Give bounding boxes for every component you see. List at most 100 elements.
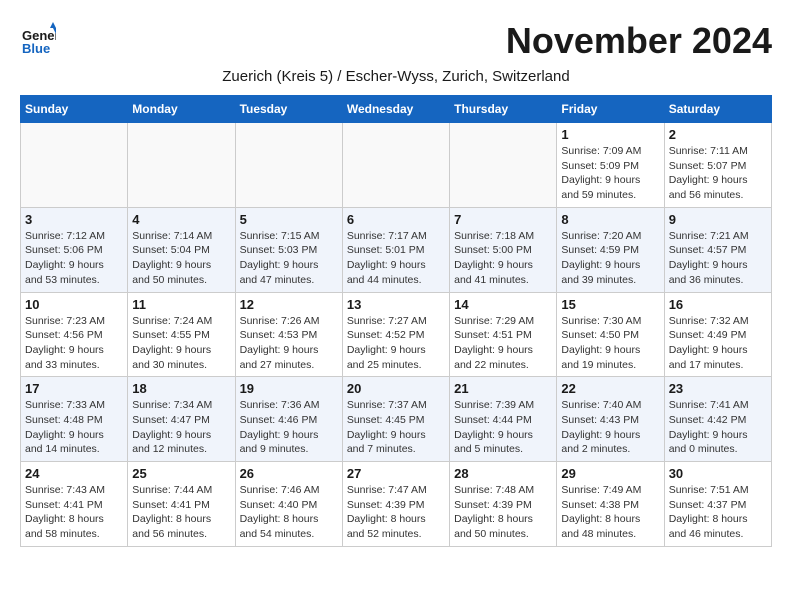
calendar-cell: 22 Sunrise: 7:40 AM Sunset: 4:43 PM Dayli… [557, 377, 664, 462]
calendar-cell: 15 Sunrise: 7:30 AM Sunset: 4:50 PM Dayli… [557, 292, 664, 377]
day-info: Sunrise: 7:30 AM Sunset: 4:50 PM Dayligh… [561, 314, 659, 373]
calendar-cell [235, 123, 342, 208]
calendar-week-row: 10 Sunrise: 7:23 AM Sunset: 4:56 PM Dayli… [21, 292, 772, 377]
day-info: Sunrise: 7:48 AM Sunset: 4:39 PM Dayligh… [454, 483, 552, 542]
calendar-cell: 11 Sunrise: 7:24 AM Sunset: 4:55 PM Dayli… [128, 292, 235, 377]
calendar-cell: 6Sunrise: 7:17 AM Sunset: 5:01 PM Daylig… [342, 207, 449, 292]
calendar-cell: 27 Sunrise: 7:47 AM Sunset: 4:39 PM Dayli… [342, 462, 449, 547]
weekday-header-monday: Monday [128, 96, 235, 123]
day-number: 5 [240, 212, 338, 227]
calendar-cell: 29 Sunrise: 7:49 AM Sunset: 4:38 PM Dayli… [557, 462, 664, 547]
day-number: 29 [561, 466, 659, 481]
day-info: Sunrise: 7:29 AM Sunset: 4:51 PM Dayligh… [454, 314, 552, 373]
subtitle: Zuerich (Kreis 5) / Escher-Wyss, Zurich,… [20, 68, 772, 85]
calendar-cell: 24Sunrise: 7:43 AM Sunset: 4:41 PM Dayli… [21, 462, 128, 547]
general-blue-icon: General Blue [20, 20, 56, 56]
calendar-cell: 4 Sunrise: 7:14 AM Sunset: 5:04 PM Daylig… [128, 207, 235, 292]
day-number: 3 [25, 212, 123, 227]
day-info: Sunrise: 7:27 AM Sunset: 4:52 PM Dayligh… [347, 314, 445, 373]
calendar-cell [342, 123, 449, 208]
calendar-cell: 23 Sunrise: 7:41 AM Sunset: 4:42 PM Dayli… [664, 377, 771, 462]
calendar-week-row: 3Sunrise: 7:12 AM Sunset: 5:06 PM Daylig… [21, 207, 772, 292]
calendar-cell: 3Sunrise: 7:12 AM Sunset: 5:06 PM Daylig… [21, 207, 128, 292]
day-info: Sunrise: 7:23 AM Sunset: 4:56 PM Dayligh… [25, 314, 123, 373]
day-info: Sunrise: 7:41 AM Sunset: 4:42 PM Dayligh… [669, 398, 767, 457]
day-number: 12 [240, 297, 338, 312]
calendar-cell: 14 Sunrise: 7:29 AM Sunset: 4:51 PM Dayli… [450, 292, 557, 377]
day-number: 8 [561, 212, 659, 227]
day-number: 18 [132, 381, 230, 396]
calendar-cell [21, 123, 128, 208]
calendar-cell: 30 Sunrise: 7:51 AM Sunset: 4:37 PM Dayli… [664, 462, 771, 547]
weekday-header-friday: Friday [557, 96, 664, 123]
day-number: 1 [561, 127, 659, 142]
day-number: 21 [454, 381, 552, 396]
day-info: Sunrise: 7:49 AM Sunset: 4:38 PM Dayligh… [561, 483, 659, 542]
calendar-cell: 25Sunrise: 7:44 AM Sunset: 4:41 PM Dayli… [128, 462, 235, 547]
day-number: 27 [347, 466, 445, 481]
calendar-cell: 28 Sunrise: 7:48 AM Sunset: 4:39 PM Dayli… [450, 462, 557, 547]
title-section: November 2024 [506, 20, 772, 62]
weekday-header-saturday: Saturday [664, 96, 771, 123]
day-info: Sunrise: 7:36 AM Sunset: 4:46 PM Dayligh… [240, 398, 338, 457]
weekday-header-sunday: Sunday [21, 96, 128, 123]
calendar-cell: 13 Sunrise: 7:27 AM Sunset: 4:52 PM Dayli… [342, 292, 449, 377]
day-number: 4 [132, 212, 230, 227]
calendar-cell: 18 Sunrise: 7:34 AM Sunset: 4:47 PM Dayli… [128, 377, 235, 462]
calendar-cell: 21Sunrise: 7:39 AM Sunset: 4:44 PM Dayli… [450, 377, 557, 462]
day-info: Sunrise: 7:40 AM Sunset: 4:43 PM Dayligh… [561, 398, 659, 457]
day-number: 11 [132, 297, 230, 312]
calendar-table: SundayMondayTuesdayWednesdayThursdayFrid… [20, 95, 772, 547]
day-info: Sunrise: 7:21 AM Sunset: 4:57 PM Dayligh… [669, 229, 767, 288]
calendar-cell [128, 123, 235, 208]
day-info: Sunrise: 7:09 AM Sunset: 5:09 PM Dayligh… [561, 144, 659, 203]
day-number: 9 [669, 212, 767, 227]
day-info: Sunrise: 7:34 AM Sunset: 4:47 PM Dayligh… [132, 398, 230, 457]
day-number: 14 [454, 297, 552, 312]
day-info: Sunrise: 7:14 AM Sunset: 5:04 PM Dayligh… [132, 229, 230, 288]
day-number: 20 [347, 381, 445, 396]
weekday-header-thursday: Thursday [450, 96, 557, 123]
day-number: 23 [669, 381, 767, 396]
calendar-cell: 12Sunrise: 7:26 AM Sunset: 4:53 PM Dayli… [235, 292, 342, 377]
day-info: Sunrise: 7:46 AM Sunset: 4:40 PM Dayligh… [240, 483, 338, 542]
day-info: Sunrise: 7:32 AM Sunset: 4:49 PM Dayligh… [669, 314, 767, 373]
logo: General Blue [20, 20, 60, 56]
day-number: 10 [25, 297, 123, 312]
day-info: Sunrise: 7:33 AM Sunset: 4:48 PM Dayligh… [25, 398, 123, 457]
calendar-week-row: 24Sunrise: 7:43 AM Sunset: 4:41 PM Dayli… [21, 462, 772, 547]
day-number: 13 [347, 297, 445, 312]
day-info: Sunrise: 7:15 AM Sunset: 5:03 PM Dayligh… [240, 229, 338, 288]
day-number: 22 [561, 381, 659, 396]
calendar-cell: 10 Sunrise: 7:23 AM Sunset: 4:56 PM Dayli… [21, 292, 128, 377]
calendar-cell: 7 Sunrise: 7:18 AM Sunset: 5:00 PM Daylig… [450, 207, 557, 292]
day-number: 7 [454, 212, 552, 227]
day-number: 30 [669, 466, 767, 481]
calendar-cell: 17 Sunrise: 7:33 AM Sunset: 4:48 PM Dayli… [21, 377, 128, 462]
day-number: 15 [561, 297, 659, 312]
day-info: Sunrise: 7:17 AM Sunset: 5:01 PM Dayligh… [347, 229, 445, 288]
calendar-week-row: 17 Sunrise: 7:33 AM Sunset: 4:48 PM Dayli… [21, 377, 772, 462]
day-info: Sunrise: 7:20 AM Sunset: 4:59 PM Dayligh… [561, 229, 659, 288]
calendar-week-row: 1 Sunrise: 7:09 AM Sunset: 5:09 PM Daylig… [21, 123, 772, 208]
calendar-cell: 16 Sunrise: 7:32 AM Sunset: 4:49 PM Dayli… [664, 292, 771, 377]
calendar-cell: 26Sunrise: 7:46 AM Sunset: 4:40 PM Dayli… [235, 462, 342, 547]
day-info: Sunrise: 7:11 AM Sunset: 5:07 PM Dayligh… [669, 144, 767, 203]
month-title: November 2024 [506, 20, 772, 62]
calendar-cell: 19Sunrise: 7:36 AM Sunset: 4:46 PM Dayli… [235, 377, 342, 462]
day-info: Sunrise: 7:18 AM Sunset: 5:00 PM Dayligh… [454, 229, 552, 288]
calendar-cell: 9 Sunrise: 7:21 AM Sunset: 4:57 PM Daylig… [664, 207, 771, 292]
calendar-cell: 8 Sunrise: 7:20 AM Sunset: 4:59 PM Daylig… [557, 207, 664, 292]
calendar-cell: 1 Sunrise: 7:09 AM Sunset: 5:09 PM Daylig… [557, 123, 664, 208]
weekday-header-tuesday: Tuesday [235, 96, 342, 123]
day-info: Sunrise: 7:24 AM Sunset: 4:55 PM Dayligh… [132, 314, 230, 373]
svg-text:Blue: Blue [22, 41, 50, 56]
day-number: 25 [132, 466, 230, 481]
day-info: Sunrise: 7:51 AM Sunset: 4:37 PM Dayligh… [669, 483, 767, 542]
calendar-cell [450, 123, 557, 208]
day-number: 17 [25, 381, 123, 396]
day-number: 16 [669, 297, 767, 312]
weekday-header-wednesday: Wednesday [342, 96, 449, 123]
day-number: 28 [454, 466, 552, 481]
day-info: Sunrise: 7:47 AM Sunset: 4:39 PM Dayligh… [347, 483, 445, 542]
